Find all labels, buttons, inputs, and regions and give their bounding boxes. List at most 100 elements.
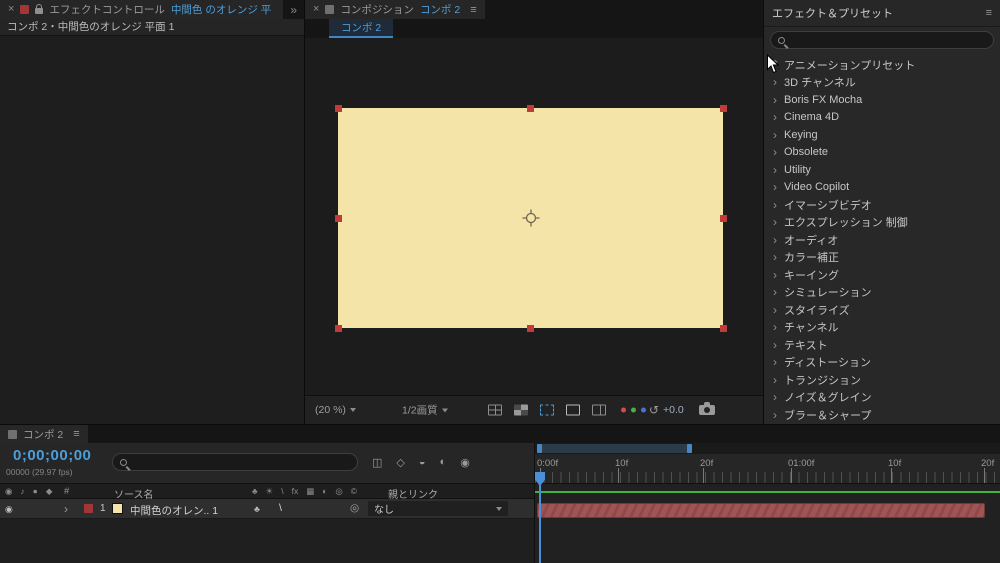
effects-category[interactable]: * アニメーションプリセット [764, 56, 1000, 74]
effects-category[interactable]: › Video Copilot [764, 179, 1000, 197]
tab-effect-controls[interactable]: × エフェクトコントロール 中間色 のオレンジ 平 [0, 0, 284, 19]
layer-expander[interactable]: › [64, 502, 68, 516]
effects-category[interactable]: › Boris FX Mocha [764, 91, 1000, 109]
time-ruler[interactable]: 0:00f 10f 20f 01:00f 10f 20f [535, 454, 1000, 483]
transparency-grid-icon[interactable] [514, 404, 528, 416]
mask-visibility-icon[interactable] [566, 404, 580, 416]
timeline-search[interactable] [112, 453, 358, 471]
effects-category-label: Cinema 4D [784, 111, 840, 124]
tab-label: コンポ 2 [23, 428, 64, 441]
effects-category[interactable]: › シミュレーション [764, 284, 1000, 302]
timeline-search-input[interactable] [132, 455, 350, 469]
work-area-bar[interactable] [537, 444, 692, 453]
time-navigator[interactable] [535, 443, 1000, 454]
chevron-right-icon: › [773, 320, 777, 335]
tab-composition[interactable]: × コンポジション コンポ 2 ≡ [305, 0, 485, 19]
exposure-value[interactable]: +0.0 [663, 404, 684, 416]
selection-handle[interactable] [719, 324, 727, 332]
work-area-end-handle[interactable] [687, 444, 692, 453]
effects-category[interactable]: › チャンネル [764, 319, 1000, 337]
selection-handle[interactable] [334, 324, 342, 332]
solo-icon: ● [32, 486, 38, 496]
effects-category[interactable]: › テキスト [764, 336, 1000, 354]
ruler-major-tick [791, 468, 792, 483]
effects-category[interactable]: › Keying [764, 126, 1000, 144]
shy-toggle[interactable]: ♣ [254, 504, 260, 514]
timeline-panel: コンポ 2 ≡ 0;00;00;00 00000 (29.97 fps) ◫ ◇… [0, 425, 1000, 563]
selection-handle[interactable] [334, 214, 342, 222]
ruler-label: 10f [615, 458, 629, 469]
effects-category[interactable]: › キーイング [764, 266, 1000, 284]
panel-menu-icon[interactable]: ≡ [470, 4, 476, 16]
selection-handle[interactable] [719, 104, 727, 112]
effects-category[interactable]: › Cinema 4D [764, 109, 1000, 127]
selection-handle[interactable] [719, 214, 727, 222]
selection-handle[interactable] [527, 104, 534, 112]
effects-category[interactable]: › ノイズ＆グレイン [764, 389, 1000, 407]
channel-rgb-icon[interactable] [621, 407, 647, 413]
effects-category[interactable]: › ブラー＆シャープ [764, 406, 1000, 424]
star-icon: * [772, 57, 778, 73]
tab-label: コンポジション [340, 4, 414, 16]
panel-icon [8, 429, 17, 439]
effects-category[interactable]: › オーディオ [764, 231, 1000, 249]
chevron-right-icon: › [773, 110, 777, 125]
reset-exposure-icon[interactable]: ↺ [649, 403, 659, 417]
effects-category[interactable]: › スタイライズ [764, 301, 1000, 319]
ruler-ticks [535, 472, 1000, 483]
layer-duration-bar[interactable] [537, 503, 985, 518]
motion-blur-icon[interactable]: ◉ [460, 456, 470, 469]
viewer-tab-comp2[interactable]: コンポ 2 [329, 19, 394, 38]
anchor-point-icon[interactable] [522, 209, 540, 227]
lock-icon: ◆ [45, 485, 53, 496]
quality-toggle[interactable]: \ [279, 502, 282, 514]
tab-overflow-button[interactable]: » [283, 0, 304, 19]
effects-presets-header: エフェクト＆プリセット ≡ [764, 0, 1000, 27]
close-icon[interactable]: × [8, 4, 14, 15]
tab-target-comp-label: コンポ 2 [419, 4, 461, 16]
region-of-interest-icon[interactable] [540, 404, 554, 416]
effects-search-input[interactable] [790, 33, 986, 47]
effects-category[interactable]: › イマーシブビデオ [764, 196, 1000, 214]
effects-category[interactable]: › エクスプレッション 制御 [764, 214, 1000, 232]
panel-title: エフェクト＆プリセット [772, 8, 893, 20]
layer-label-color[interactable] [84, 504, 93, 513]
effects-category-label: 3D チャンネル [784, 77, 856, 90]
lock-icon[interactable] [35, 3, 44, 14]
layer-row[interactable]: ◉ › 1 中間色のオレン.. 1 ♣ \ ◎ なし [0, 499, 534, 519]
effects-category[interactable]: › 3D チャンネル [764, 74, 1000, 92]
effects-category[interactable]: › トランジション [764, 371, 1000, 389]
composition-viewer[interactable] [305, 38, 763, 395]
effects-category[interactable]: › Utility [764, 161, 1000, 179]
selection-handle[interactable] [527, 324, 534, 332]
effects-category-label: テキスト [784, 339, 828, 352]
grid-guides-icon[interactable] [488, 404, 502, 416]
effects-category-label: ディストーション [784, 357, 872, 370]
layer-visibility-toggle[interactable]: ◉ [5, 504, 13, 515]
effects-category[interactable]: › Obsolete [764, 144, 1000, 162]
frame-blend-icon[interactable]: ◐ [440, 456, 447, 468]
layer-name[interactable]: 中間色のオレン.. 1 [130, 503, 218, 518]
effects-category[interactable]: › カラー補正 [764, 249, 1000, 267]
panel-menu-icon[interactable]: ≡ [73, 428, 79, 440]
close-icon[interactable]: × [313, 4, 319, 15]
tab-timeline-comp2[interactable]: コンポ 2 ≡ [0, 425, 88, 443]
magnification-dropdown[interactable]: (20 %) [315, 404, 356, 416]
parent-dropdown[interactable]: なし [368, 501, 508, 516]
panel-menu-icon[interactable]: ≡ [986, 7, 992, 19]
selection-handle[interactable] [334, 104, 342, 112]
pixel-aspect-icon[interactable] [592, 404, 606, 416]
effects-category-label: チャンネル [784, 322, 839, 335]
snapshot-camera-icon[interactable] [699, 402, 715, 415]
resolution-dropdown[interactable]: 1/2画質 [402, 403, 448, 418]
hide-shy-icon[interactable]: ◒ [419, 456, 426, 468]
comp-flowchart-icon[interactable]: ◫ [372, 456, 382, 469]
current-timecode[interactable]: 0;00;00;00 [13, 447, 91, 464]
effects-category[interactable]: › ディストーション [764, 354, 1000, 372]
effects-search[interactable] [770, 31, 994, 49]
parent-pickwhip-icon[interactable]: ◎ [350, 502, 359, 514]
draft-3d-icon[interactable]: ◇ [396, 456, 404, 469]
motion-blur-icon: ◐ [322, 486, 328, 496]
effects-category-label: アニメーションプリセット [784, 59, 916, 72]
work-area-start-handle[interactable] [537, 444, 542, 453]
